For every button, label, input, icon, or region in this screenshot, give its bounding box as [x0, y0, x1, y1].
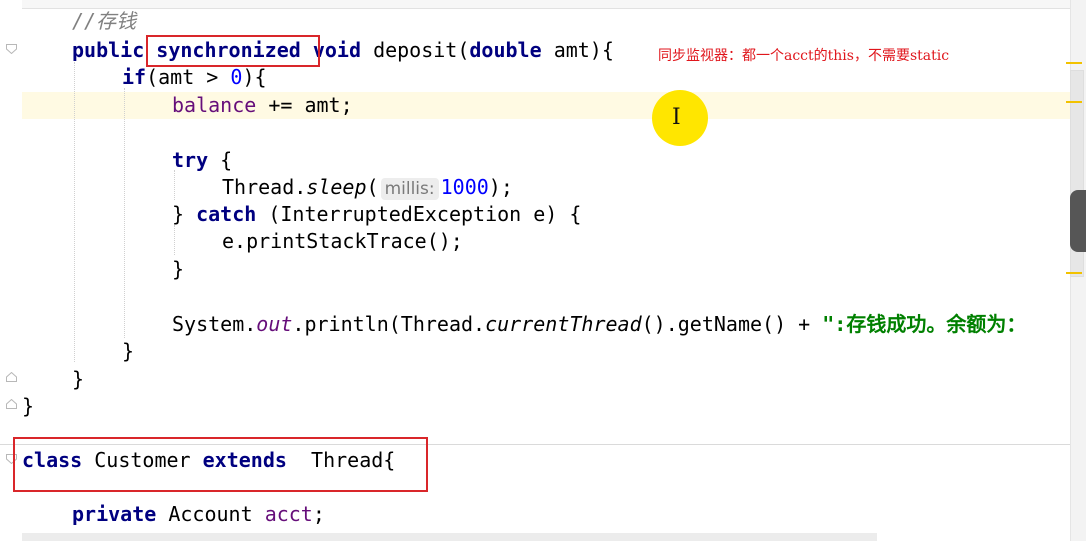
- fold-end-icon[interactable]: [6, 399, 17, 409]
- sleep-close: );: [488, 175, 513, 199]
- catch-clause: (InterruptedException e) {: [256, 202, 582, 226]
- keyword-void: void: [312, 38, 362, 62]
- indent-guide: [174, 225, 175, 255]
- code-line-balance[interactable]: balance += amt;: [172, 92, 353, 119]
- brace-close: }: [122, 339, 135, 363]
- thread-class: Thread.: [222, 175, 307, 199]
- warning-marker[interactable]: [1066, 272, 1082, 274]
- sleep-open: (: [366, 175, 379, 199]
- scroll-handle[interactable]: [1070, 190, 1086, 252]
- brace-close: }: [72, 367, 85, 391]
- fold-icon[interactable]: [6, 44, 17, 54]
- keyword-try: try: [172, 148, 209, 172]
- fold-end-icon[interactable]: [6, 372, 17, 382]
- code-line-method-close[interactable]: }: [72, 366, 84, 393]
- brace-close: }: [172, 202, 185, 226]
- comment-text: //存钱: [72, 9, 137, 33]
- code-line-if-close[interactable]: }: [122, 338, 134, 365]
- code-comment[interactable]: //存钱: [72, 8, 136, 35]
- code-line-catch-close[interactable]: }: [172, 256, 184, 283]
- try-brace: {: [208, 148, 233, 172]
- keyword-private: private: [72, 502, 157, 526]
- code-line-println[interactable]: System.out.println(Thread.currentThread(…: [172, 311, 1026, 338]
- highlight-box-synchronized: [146, 35, 320, 67]
- system-class: System.: [172, 312, 257, 336]
- editor-top-edge: [0, 0, 1070, 9]
- code-line-field-acct[interactable]: private Account acct;: [72, 501, 325, 528]
- horizontal-scrollbar[interactable]: [22, 533, 877, 541]
- string-literal: ":存钱成功。余额为：: [822, 312, 1027, 336]
- keyword-double: double: [469, 38, 542, 62]
- code-line-printstacktrace[interactable]: e.printStackTrace();: [222, 228, 463, 255]
- code-line-class-close[interactable]: }: [22, 393, 34, 420]
- indent-guide: [74, 62, 75, 362]
- field-balance: balance: [172, 93, 257, 117]
- field-out: out: [256, 312, 293, 336]
- number-zero: 0: [230, 65, 243, 89]
- warning-marker[interactable]: [1066, 101, 1082, 103]
- code-line-if[interactable]: if(amt > 0){: [122, 64, 267, 91]
- field-acct: acct: [264, 502, 313, 526]
- indent-guide: [124, 88, 125, 338]
- if-close: ){: [242, 65, 267, 89]
- print-stack-trace: e.printStackTrace();: [222, 229, 463, 253]
- brace-close: }: [22, 394, 35, 418]
- if-condition: (amt >: [146, 65, 231, 89]
- brace-close: }: [172, 257, 185, 281]
- method-current-thread: currentThread: [485, 312, 642, 336]
- text-cursor-icon: I: [672, 105, 681, 130]
- code-line-try[interactable]: try {: [172, 147, 232, 174]
- parameter-hint-millis: millis:: [380, 178, 439, 200]
- type-account: Account: [168, 502, 253, 526]
- semicolon: ;: [312, 502, 325, 526]
- highlight-box-customer-class: [13, 437, 428, 492]
- keyword-catch: catch: [196, 202, 257, 226]
- code-line-sleep[interactable]: Thread.sleep(millis: 1000);: [222, 174, 513, 201]
- keyword-public: public: [72, 38, 145, 62]
- method-sleep: sleep: [306, 175, 367, 199]
- param-amt: amt){: [553, 38, 614, 62]
- balance-assign: += amt;: [256, 93, 353, 117]
- keyword-if: if: [122, 65, 147, 89]
- indent-guide: [174, 170, 175, 200]
- code-line-catch[interactable]: } catch (InterruptedException e) {: [172, 201, 581, 228]
- method-name-deposit: deposit(: [373, 38, 470, 62]
- annotation-note: 同步监视器：都一个acct的this，不需要static: [658, 48, 950, 64]
- get-name-call: ().getName() +: [641, 312, 823, 336]
- number-1000: 1000: [440, 175, 489, 199]
- warning-marker[interactable]: [1066, 62, 1082, 64]
- println-call: .println(Thread.: [292, 312, 486, 336]
